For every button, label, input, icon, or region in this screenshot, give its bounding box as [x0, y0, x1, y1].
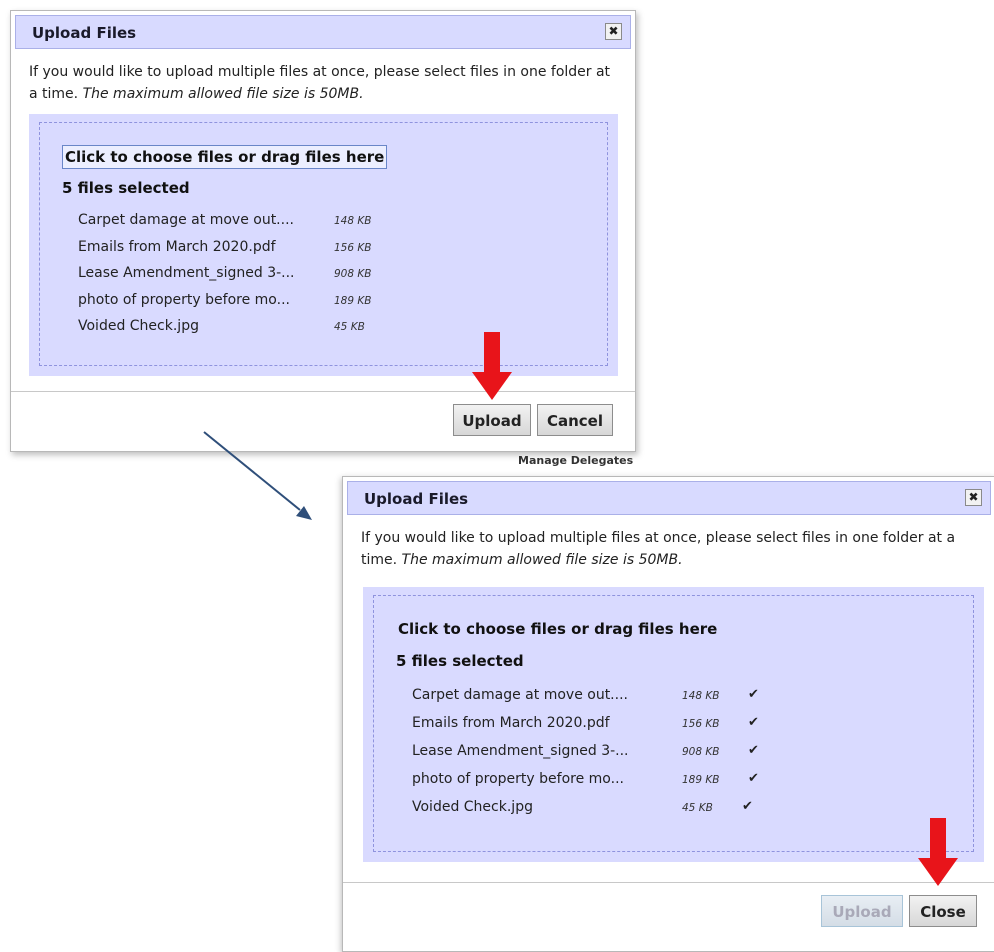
choose-files-link[interactable]: Click to choose files or drag files here	[396, 618, 719, 640]
dialog-title: Upload Files	[32, 24, 137, 42]
file-name: Voided Check.jpg	[78, 318, 199, 334]
footer-divider	[11, 391, 635, 392]
dialog-titlebar: Upload Files ✖	[347, 481, 991, 515]
intro-text: If you would like to upload multiple fil…	[361, 530, 956, 568]
file-row: photo of property before mo... 189 KB	[78, 289, 458, 316]
file-size: 189 KB	[334, 294, 372, 307]
file-name: Lease Amendment_signed 3-...	[412, 743, 629, 759]
red-down-arrow-icon	[472, 332, 512, 400]
dialog-title: Upload Files	[364, 490, 469, 508]
file-name: Emails from March 2020.pdf	[78, 238, 276, 255]
file-size: 156 KB	[334, 241, 372, 254]
upload-dialog-after: Upload Files ✖ If you would like to uplo…	[342, 476, 994, 952]
file-dropzone[interactable]: Click to choose files or drag files here…	[363, 587, 984, 862]
file-size: 45 KB	[682, 802, 713, 814]
file-dropzone[interactable]: Click to choose files or drag files here…	[29, 114, 618, 376]
file-list: Carpet damage at move out.... 148 KB ✔ E…	[412, 684, 792, 824]
file-size: 908 KB	[334, 268, 372, 280]
file-row: Carpet damage at move out.... 148 KB ✔	[412, 684, 792, 712]
check-icon: ✔	[742, 799, 753, 814]
files-selected-count: 5 files selected	[62, 179, 190, 197]
file-size: 189 KB	[682, 774, 720, 786]
upload-button-disabled[interactable]: Upload	[821, 895, 903, 927]
intro-text: If you would like to upload multiple fil…	[29, 64, 611, 102]
footer-divider	[343, 882, 994, 883]
file-size: 148 KB	[334, 215, 372, 227]
dialog-titlebar: Upload Files ✖	[15, 15, 631, 49]
file-row: Lease Amendment_signed 3-... 908 KB ✔	[412, 740, 792, 768]
file-size: 908 KB	[682, 746, 720, 758]
file-name: Carpet damage at move out....	[78, 212, 294, 228]
max-size-note: The maximum allowed file size is 50MB.	[401, 552, 683, 568]
file-row: Voided Check.jpg 45 KB	[78, 315, 458, 342]
check-icon: ✔	[748, 771, 759, 786]
upload-dialog-before: Upload Files ✖ If you would like to uplo…	[10, 10, 636, 452]
check-icon: ✔	[748, 687, 759, 702]
file-name: photo of property before mo...	[78, 291, 290, 308]
red-down-arrow-icon	[918, 818, 958, 886]
file-row: Emails from March 2020.pdf 156 KB ✔	[412, 712, 792, 740]
file-size: 45 KB	[334, 321, 365, 333]
file-row: photo of property before mo... 189 KB ✔	[412, 768, 792, 796]
file-row: Lease Amendment_signed 3-... 908 KB	[78, 262, 458, 289]
choose-files-link[interactable]: Click to choose files or drag files here	[62, 145, 388, 169]
file-name: Carpet damage at move out....	[412, 687, 628, 703]
close-icon[interactable]: ✖	[965, 489, 982, 506]
file-name: photo of property before mo...	[412, 771, 624, 787]
max-size-note: The maximum allowed file size is 50MB.	[82, 86, 364, 102]
file-list: Carpet damage at move out.... 148 KB Ema…	[78, 209, 458, 342]
file-name: Lease Amendment_signed 3-...	[78, 265, 295, 281]
dropzone-border: Click to choose files or drag files here…	[39, 122, 608, 366]
dropzone-border: Click to choose files or drag files here…	[373, 595, 974, 852]
check-icon: ✔	[748, 715, 759, 730]
file-size: 148 KB	[682, 690, 720, 702]
file-row: Emails from March 2020.pdf 156 KB	[78, 236, 458, 263]
check-icon: ✔	[748, 743, 759, 758]
file-name: Emails from March 2020.pdf	[412, 715, 610, 731]
upload-button[interactable]: Upload	[453, 404, 531, 436]
files-selected-count: 5 files selected	[396, 652, 524, 670]
file-row: Voided Check.jpg 45 KB ✔	[412, 796, 792, 824]
file-name: Voided Check.jpg	[412, 799, 533, 815]
file-size: 156 KB	[682, 718, 720, 730]
close-icon[interactable]: ✖	[605, 23, 622, 40]
file-row: Carpet damage at move out.... 148 KB	[78, 209, 458, 236]
close-button[interactable]: Close	[909, 895, 977, 927]
cancel-button[interactable]: Cancel	[537, 404, 613, 436]
background-text: Manage Delegates	[518, 454, 634, 467]
